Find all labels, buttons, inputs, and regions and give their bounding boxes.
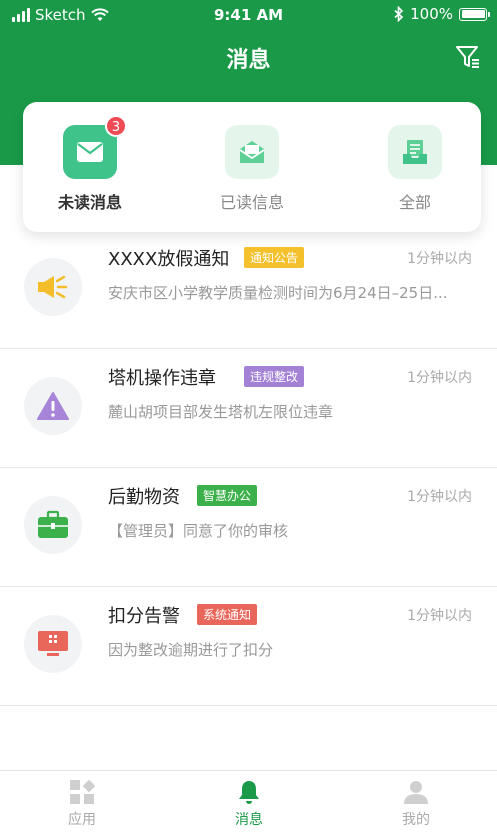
status-bar: Sketch 9:41 AM 100% [0,0,497,30]
monitor-icon [24,615,82,673]
message-item[interactable]: 塔机操作违章 违规整改 1分钟以内 麓山胡项目部发生塔机左限位违章 [0,349,497,468]
message-item[interactable]: 后勤物资 智慧办公 1分钟以内 【管理员】同意了你的审核 [0,468,497,587]
message-time: 1分钟以内 [407,489,472,505]
message-time: 1分钟以内 [407,370,472,386]
message-title: 扣分告警 [108,606,180,627]
message-time: 1分钟以内 [407,608,472,624]
tabbar-profile[interactable]: 我的 [366,779,466,829]
message-tag: 通知公告 [244,247,305,268]
message-tag: 违规整改 [244,366,305,387]
unread-badge: 3 [105,115,127,137]
tabbar-apps[interactable]: 应用 [32,779,132,829]
tabbar-label: 应用 [68,812,96,828]
message-tag: 智慧办公 [197,485,258,506]
tab-all[interactable]: 全部 [355,125,475,213]
message-item[interactable]: XXXX放假通知 通知公告 1分钟以内 安庆市区小学教学质量检测时间为6月24日… [0,230,497,349]
message-tag: 系统通知 [197,604,258,625]
open-mail-icon [225,125,279,179]
message-title: XXXX放假通知 [108,249,230,270]
message-preview: 安庆市区小学教学质量检测时间为6月24日–25日... [108,284,448,302]
message-preview: 因为整改逾期进行了扣分 [108,641,274,659]
page-title: 消息 [226,48,271,73]
message-time: 1分钟以内 [407,251,472,267]
user-icon [404,781,428,804]
message-title: 后勤物资 [108,487,180,508]
status-right: 100% [394,5,490,23]
bottom-tab-bar: 应用 消息 我的 [0,770,497,833]
megaphone-icon [24,258,82,316]
bluetooth-icon [394,6,404,22]
inbox-icon [388,125,442,179]
tab-read[interactable]: 已读信息 [192,125,312,213]
apps-icon [70,779,95,804]
message-preview: 【管理员】同意了你的审核 [108,522,289,540]
tabbar-label: 消息 [235,812,263,828]
tabbar-label: 我的 [402,812,430,828]
briefcase-icon [24,496,82,554]
message-filter-card: 3 未读消息 已读信息 全部 [23,102,481,232]
tabbar-messages[interactable]: 消息 [199,779,299,829]
battery-percent: 100% [410,5,453,23]
message-title: 塔机操作违章 [108,368,216,389]
warning-icon [24,377,82,435]
battery-icon [459,7,490,21]
filter-icon[interactable] [455,44,481,70]
message-preview: 麓山胡项目部发生塔机左限位违章 [108,403,334,421]
tab-unread[interactable]: 3 未读消息 [30,115,150,213]
message-item[interactable]: 扣分告警 系统通知 1分钟以内 因为整改逾期进行了扣分 [0,587,497,706]
tab-label: 未读消息 [57,193,122,212]
mail-icon: 3 [63,115,127,179]
tab-label: 全部 [398,193,431,212]
bell-icon [239,781,259,804]
tab-label: 已读信息 [219,193,284,212]
